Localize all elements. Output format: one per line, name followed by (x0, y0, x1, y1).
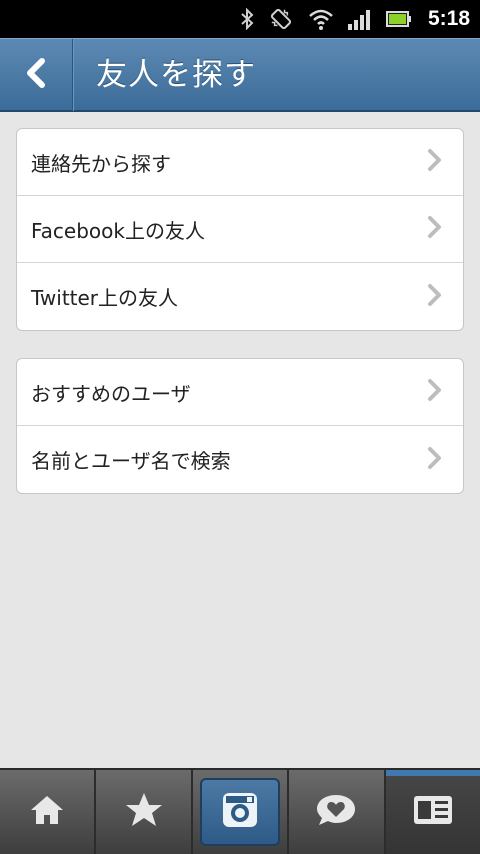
list-item-label: おすすめのユーザ (31, 381, 191, 406)
camera-button[interactable] (200, 778, 281, 846)
home-icon (29, 793, 65, 831)
page-title: 友人を探す (96, 57, 256, 93)
bottom-tab-bar (0, 768, 480, 854)
active-tab-indicator (385, 770, 480, 776)
star-icon (125, 792, 163, 832)
app-header: 友人を探す (0, 38, 480, 112)
battery-icon (385, 10, 412, 28)
chevron-right-icon (427, 148, 443, 176)
bluetooth-icon (240, 8, 254, 30)
news-icon (413, 795, 453, 829)
list-item-label: 名前とユーザ名で検索 (31, 449, 231, 473)
list-item-label: 連絡先から探す (31, 151, 171, 176)
chevron-right-icon (427, 283, 443, 311)
list-item-facebook[interactable]: Facebook上の友人 (17, 196, 463, 263)
chevron-right-icon (427, 215, 443, 243)
comment-heart-icon (315, 792, 357, 832)
tab-camera[interactable] (193, 770, 290, 854)
list-item-contacts[interactable]: 連絡先から探す (17, 129, 463, 196)
tab-favorites[interactable] (96, 770, 193, 854)
status-icons: 5:18 (240, 0, 470, 38)
wifi-icon (308, 8, 334, 30)
discover-users-group: おすすめのユーザ 名前とユーザ名で検索 (16, 358, 464, 494)
list-item-suggested-users[interactable]: おすすめのユーザ (17, 359, 463, 426)
list-item-search-by-name[interactable]: 名前とユーザ名で検索 (17, 426, 463, 493)
vibrate-icon (268, 6, 294, 32)
tab-activity[interactable] (289, 770, 386, 854)
back-button[interactable] (0, 39, 73, 111)
status-time: 5:18 (427, 7, 470, 30)
status-bar: 5:18 (0, 0, 480, 38)
chevron-right-icon (427, 446, 443, 474)
list-item-label: Facebook上の友人 (31, 218, 205, 243)
tab-news[interactable] (385, 770, 480, 854)
find-friends-group: 連絡先から探す Facebook上の友人 Twitter上の友人 (16, 128, 464, 331)
chevron-right-icon (427, 378, 443, 406)
list-item-label: Twitter上の友人 (31, 286, 179, 310)
chevron-left-icon (24, 58, 48, 92)
signal-icon (347, 8, 372, 30)
list-item-twitter[interactable]: Twitter上の友人 (17, 263, 463, 330)
camera-icon (221, 791, 259, 833)
tab-home[interactable] (0, 770, 97, 854)
